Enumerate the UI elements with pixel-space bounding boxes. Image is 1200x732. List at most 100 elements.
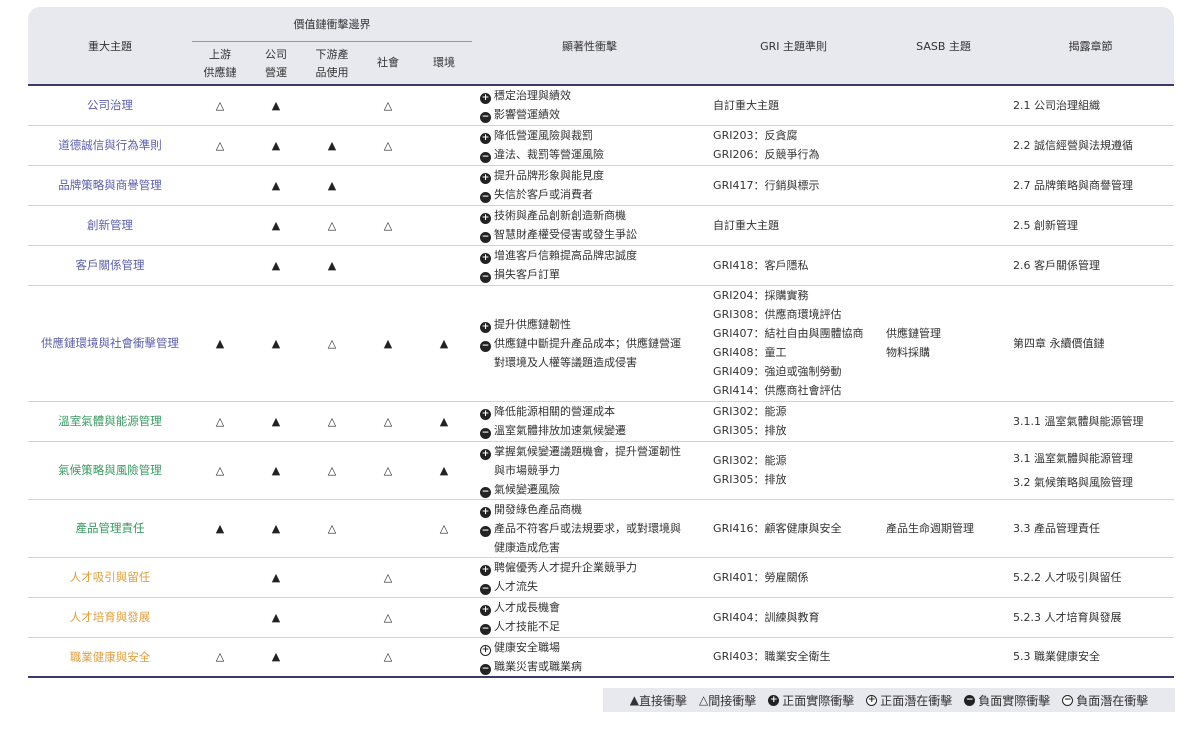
- gri-cell: GRI302：能源 GRI305：排放: [707, 441, 881, 500]
- header-gri: GRI 主題準則: [707, 7, 881, 85]
- chapter-item: 2.5 創新管理: [1013, 218, 1079, 232]
- impact-cell: + 提升供應鏈韌性 − 供應鏈中斷提升產品成本；供應鏈營運 對環境及人權等議題造成侵害: [472, 285, 708, 402]
- legend-item: ▲ 直接衝擊: [630, 692, 687, 709]
- impact-mark-up: [192, 557, 248, 598]
- impact-text: 損失客戶訂單: [494, 268, 561, 281]
- impact-mark-env: ▲: [416, 401, 473, 442]
- impact-mark-env: ▲: [416, 441, 473, 500]
- gri-cell: 自訂重大主題: [707, 84, 881, 126]
- impact-mark-up: [192, 597, 248, 638]
- direct-impact-icon: ▲: [629, 693, 639, 707]
- positive-impact-icon: +: [480, 93, 492, 105]
- negative-impact-icon: −: [480, 112, 492, 124]
- impact-text: 智慧財產權受侵害或發生爭訟: [494, 228, 638, 241]
- impact-cell: + 人才成長機會 − 人才技能不足: [472, 597, 708, 638]
- header-company-l2: 營運: [265, 65, 287, 79]
- topic-cell: 客戶關係管理: [28, 245, 192, 286]
- impact-mark-soc: △: [360, 637, 416, 678]
- impact-mark-env: [416, 597, 473, 638]
- chapter-cell: 2.2 誠信經營與法規遵循: [1007, 125, 1175, 166]
- gri-cell: GRI203：反貪腐 GRI206：反競爭行為: [707, 125, 881, 166]
- positive-potential-icon: +: [866, 694, 878, 706]
- legend-item: − 負面潛在衝擊: [1062, 692, 1148, 709]
- gri-item: GRI302：能源: [713, 454, 787, 467]
- positive-impact-icon: +: [480, 448, 492, 460]
- impact-line: − 人才流失: [480, 577, 707, 596]
- header-downstream: 下游產 品使用: [304, 41, 360, 85]
- impact-line: + 聘僱優秀人才提升企業競爭力: [480, 558, 707, 577]
- impact-text: 降低能源相關的營運成本: [494, 405, 616, 418]
- impact-line: − 損失客戶訂單: [480, 265, 707, 284]
- chapter-cell: 第四章 永續價值鏈: [1007, 285, 1175, 402]
- chapter-cell: 3.1.1 溫室氣體與能源管理: [1007, 401, 1175, 442]
- gri-item: GRI403：職業安全衛生: [713, 650, 831, 664]
- impact-text: 健康造成危害: [494, 540, 561, 554]
- topic-cell: 溫室氣體與能源管理: [28, 401, 192, 442]
- table-row: 品牌策略與商譽管理 ▲ ▲ + 提升品牌形象與能見度 − 失信於客戶或消費者 GRI417：行…: [28, 165, 1175, 206]
- chapter-item: 3.1.1 溫室氣體與能源管理: [1013, 414, 1144, 428]
- impact-text: 對環境及人權等議題造成侵害: [494, 355, 638, 369]
- negative-impact-icon: −: [480, 663, 492, 675]
- positive-impact-icon: +: [480, 173, 492, 184]
- impact-text: 降低營運風險與裁罰: [494, 129, 594, 142]
- impact-mark-down: [304, 597, 360, 638]
- header-upstream-l2: 供應鏈: [203, 65, 237, 79]
- chapter-cell: 3.1 溫室氣體與能源管理 3.2 氣候策略與風險管理: [1007, 441, 1175, 500]
- positive-impact-icon: +: [480, 409, 492, 420]
- impact-mark-env: [416, 205, 473, 246]
- impact-mark-down: △: [304, 499, 360, 558]
- header-environment: 環境: [416, 41, 473, 85]
- gri-item: GRI417：行銷與標示: [713, 178, 820, 192]
- impact-mark-down: ▲: [304, 165, 360, 206]
- impact-mark-co: ▲: [248, 285, 304, 402]
- gri-item: GRI408：童工: [713, 346, 787, 359]
- impact-line: + 健康安全職場: [480, 638, 707, 657]
- impact-mark-up: △: [192, 637, 248, 678]
- chapter-item: 3.3 產品管理責任: [1013, 521, 1101, 535]
- sasb-cell: [880, 637, 1008, 678]
- impact-text: 影響營運績效: [494, 108, 561, 122]
- impact-line: + 提升供應鏈韌性: [480, 315, 707, 334]
- impact-mark-env: [416, 84, 473, 126]
- sasb-cell: [880, 165, 1008, 206]
- gri-item: GRI404：訓練與教育: [713, 610, 820, 624]
- chapter-cell: 2.5 創新管理: [1007, 205, 1175, 246]
- impact-mark-down: [304, 84, 360, 126]
- positive-impact-icon: +: [480, 605, 492, 616]
- gri-item: GRI401：勞雇關係: [713, 570, 809, 584]
- impact-cell: + 提升品牌形象與能見度 − 失信於客戶或消費者: [472, 165, 708, 206]
- sasb-cell: [880, 125, 1008, 166]
- impact-text: 人才技能不足: [494, 620, 561, 633]
- negative-impact-icon: −: [480, 272, 492, 283]
- gri-cell: GRI302：能源 GRI305：排放: [707, 401, 881, 442]
- impact-mark-up: ▲: [192, 285, 248, 402]
- impact-mark-up: [192, 165, 248, 206]
- sasb-cell: 產品生命週期管理: [880, 499, 1008, 558]
- sasb-cell: [880, 401, 1008, 442]
- topic-cell: 產品管理責任: [28, 499, 192, 558]
- impact-text: 技術與產品創新創造新商機: [494, 209, 627, 222]
- impact-cell: + 增進客戶信賴提高品牌忠誠度 − 損失客戶訂單: [472, 245, 708, 286]
- impact-text: 穩定治理與績效: [494, 89, 572, 103]
- table-row: 人才培育與發展 ▲ △ + 人才成長機會 − 人才技能不足 GRI404：訓練與教育 5.2.3…: [28, 597, 1175, 638]
- impact-mark-down: △: [304, 401, 360, 442]
- table-row: 人才吸引與留任 ▲ △ + 聘僱優秀人才提升企業競爭力 − 人才流失 GRI401：勞雇關係 5…: [28, 557, 1175, 598]
- gri-cell: GRI401：勞雇關係: [707, 557, 881, 598]
- impact-mark-down: △: [304, 285, 360, 402]
- table-row: 溫室氣體與能源管理 △ ▲ △ △ ▲ + 降低能源相關的營運成本 − 溫室氣體排放加速氣候變遷 G…: [28, 401, 1175, 442]
- gri-item: GRI407：結社自由與團體協商: [713, 327, 864, 340]
- impact-mark-up: △: [192, 125, 248, 166]
- impact-line: − 氣候變遷風險: [480, 480, 707, 499]
- chapter-cell: 2.1 公司治理組織: [1007, 84, 1175, 126]
- impact-mark-env: △: [416, 499, 473, 558]
- legend-item: − 負面實際衝擊: [964, 692, 1050, 709]
- sasb-item: 物料採購: [886, 346, 931, 359]
- gri-item: GRI409：強迫或強制勞動: [713, 365, 842, 378]
- impact-mark-soc: △: [360, 125, 416, 166]
- impact-mark-down: △: [304, 441, 360, 500]
- impact-text: 溫室氣體排放加速氣候變遷: [494, 424, 627, 437]
- impact-mark-co: ▲: [248, 165, 304, 206]
- impact-line: 健康造成危害: [480, 538, 707, 557]
- negative-impact-icon: −: [480, 340, 492, 352]
- negative-impact-icon: −: [480, 232, 492, 243]
